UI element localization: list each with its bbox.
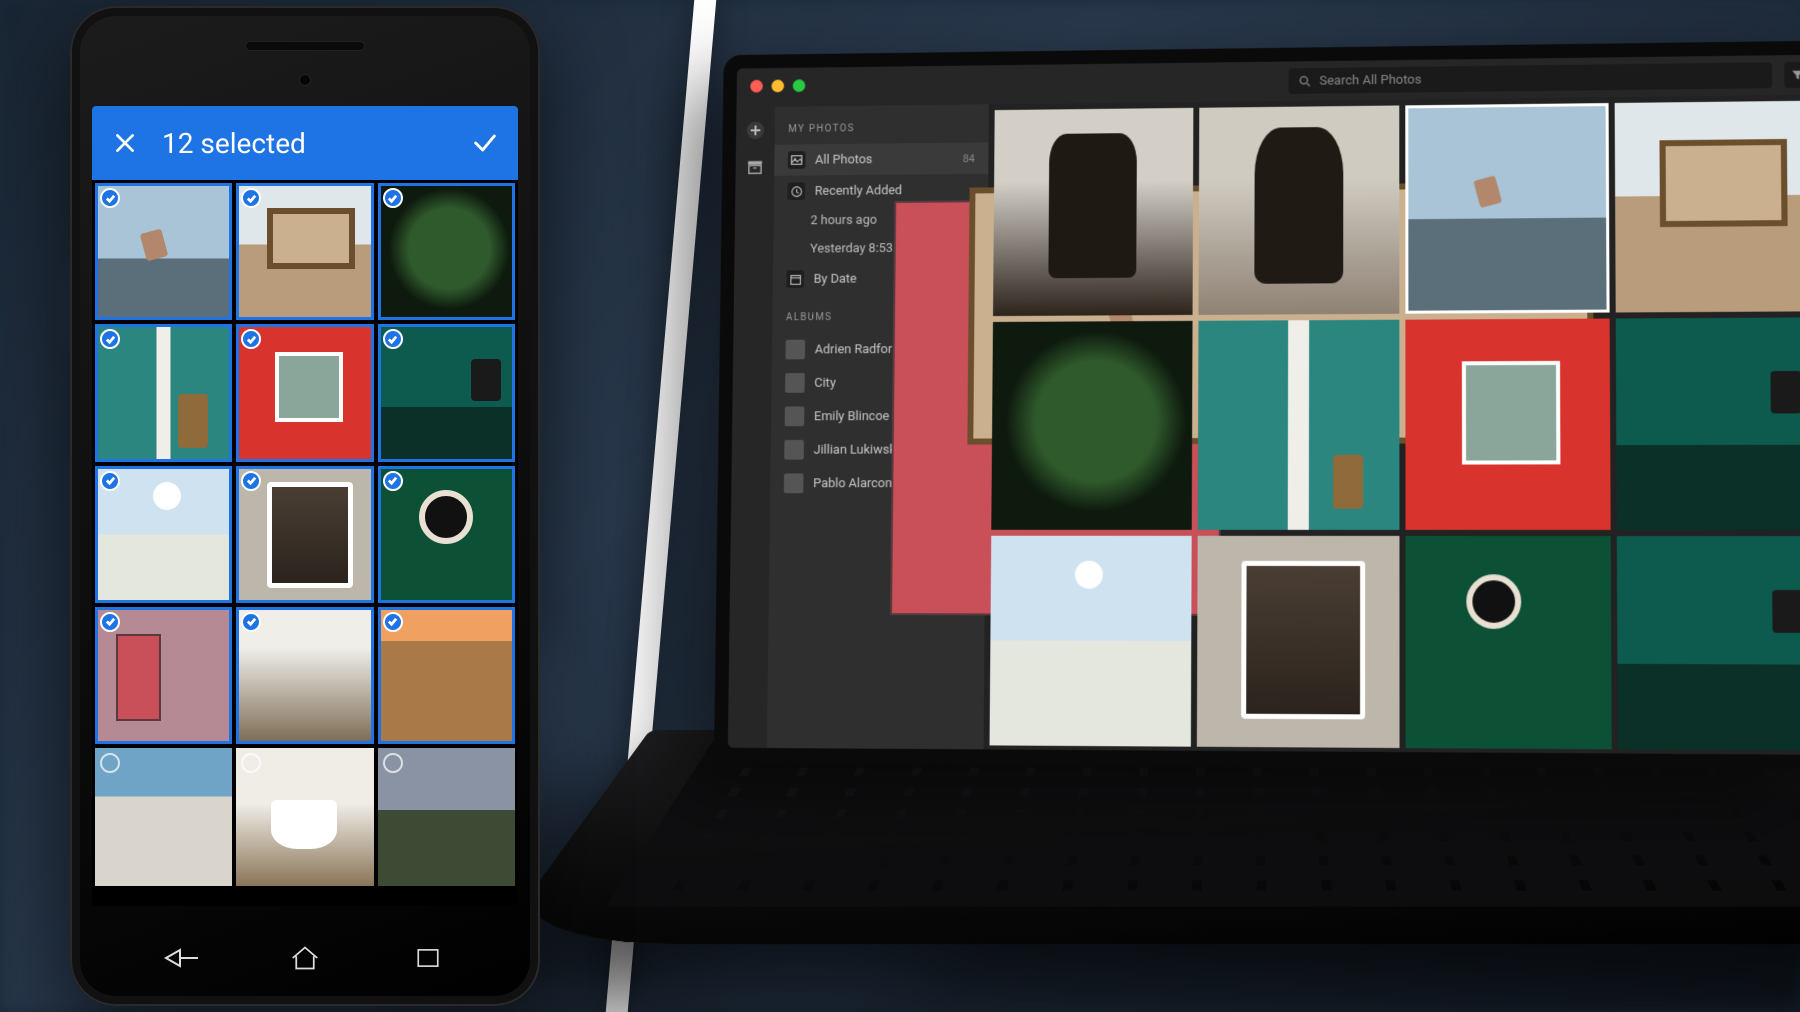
album-thumb-icon	[784, 440, 804, 460]
back-button[interactable]	[157, 938, 207, 978]
checkmark-selected-icon[interactable]	[383, 612, 403, 632]
calendar-icon	[786, 270, 804, 288]
search-field[interactable]: Search All Photos	[1289, 62, 1773, 94]
grid-photo-7[interactable]	[1615, 317, 1800, 530]
checkmark-selected-icon[interactable]	[241, 471, 261, 491]
sidebar-item-label: All Photos	[815, 151, 953, 167]
add-photos-icon[interactable]	[746, 121, 766, 141]
photo-thumb-green-salad-overhead[interactable]	[378, 183, 515, 320]
checkmark-selected-icon[interactable]	[241, 329, 261, 349]
recent-apps-button[interactable]	[403, 938, 453, 978]
clock-icon	[787, 182, 805, 200]
app-body: MY PHOTOS All Photos 84	[728, 95, 1800, 755]
close-selection-button[interactable]	[110, 128, 140, 158]
phone-photo-grid	[92, 180, 518, 889]
window-traffic-lights	[750, 79, 805, 92]
grid-photo-2[interactable]	[1405, 103, 1609, 314]
photo-thumb-pink-doorway-friends[interactable]	[95, 607, 232, 744]
checkmark-selected-icon[interactable]	[100, 612, 120, 632]
photo-thumb-autumn-boulevard[interactable]	[378, 607, 515, 744]
album-thumb-icon	[784, 473, 804, 493]
window-minimize-button[interactable]	[771, 80, 784, 93]
phone-nav-buttons	[70, 938, 540, 978]
selection-header: 12 selected	[92, 106, 518, 180]
photo-thumb-person-jumping-sunset[interactable]	[95, 183, 232, 320]
checkmark-selected-icon[interactable]	[383, 329, 403, 349]
selection-count-title: 12 selected	[162, 127, 470, 160]
grid-photo-9[interactable]	[1196, 536, 1399, 748]
lightroom-app: Search All Photos	[728, 55, 1800, 755]
photo-thumb-green-room-woman[interactable]	[378, 324, 515, 461]
sidebar-item-all-photos[interactable]: All Photos 84	[774, 142, 988, 175]
checkmark-selected-icon[interactable]	[383, 188, 403, 208]
filter-button[interactable]	[1784, 62, 1800, 88]
archive-icon[interactable]	[745, 157, 765, 177]
home-button[interactable]	[280, 938, 330, 978]
photo-thumb-purple-flowers-field[interactable]	[378, 748, 515, 885]
photo-thumb-tree-lined-street[interactable]	[236, 607, 373, 744]
window-maximize-button[interactable]	[793, 79, 806, 92]
photo-thumb-turquoise-door-kid[interactable]	[95, 324, 232, 461]
phone-screen: 12 selected	[92, 106, 518, 906]
photo-grid-area: | ▼ ★ ★ ★ ★ ★	[983, 95, 1800, 755]
sidebar-item-label: Recently Added	[815, 182, 960, 198]
checkmark-unselected-icon[interactable]	[241, 753, 261, 773]
grid-photo-4[interactable]	[991, 321, 1192, 530]
search-placeholder: Search All Photos	[1319, 72, 1421, 88]
checkmark-selected-icon[interactable]	[241, 612, 261, 632]
photo-thumb-red-wall-window[interactable]	[236, 324, 373, 461]
grid-photo-11[interactable]	[1616, 536, 1800, 751]
sidebar: MY PHOTOS All Photos 84	[766, 104, 988, 755]
grid-photo-0[interactable]	[993, 108, 1193, 316]
desktop-photo-grid	[984, 95, 1800, 755]
grid-photo-8[interactable]	[990, 536, 1192, 747]
confirm-selection-button[interactable]	[470, 128, 500, 158]
photo-thumb-cotton-flower-hand[interactable]	[95, 466, 232, 603]
photo-thumb-graffiti-wall[interactable]	[95, 748, 232, 885]
checkmark-selected-icon[interactable]	[100, 471, 120, 491]
laptop-device-frame: Search All Photos	[610, 30, 1800, 1010]
search-icon	[1299, 74, 1312, 87]
grid-photo-10[interactable]	[1406, 536, 1612, 749]
grid-photo-1[interactable]	[1198, 105, 1399, 314]
album-thumb-icon	[785, 340, 805, 360]
photos-icon	[788, 151, 806, 169]
albums-list: Adrien Radford18City5Emily Blincoe17Jill…	[770, 332, 987, 500]
desktop-app-window: Search All Photos	[728, 55, 1800, 755]
grid-photo-5[interactable]	[1197, 320, 1399, 530]
checkmark-selected-icon[interactable]	[100, 329, 120, 349]
checkmark-selected-icon[interactable]	[100, 188, 120, 208]
albums-heading-label: ALBUMS	[786, 312, 833, 323]
phone-device-frame: 12 selected	[70, 6, 540, 1006]
checkmark-unselected-icon[interactable]	[383, 753, 403, 773]
album-thumb-icon	[785, 373, 805, 393]
photo-thumb-vintage-portrait-held[interactable]	[236, 466, 373, 603]
my-photos-heading: MY PHOTOS	[775, 116, 989, 145]
phone-speaker	[245, 41, 365, 51]
checkmark-unselected-icon[interactable]	[100, 753, 120, 773]
album-thumb-icon	[785, 406, 805, 426]
checkmark-selected-icon[interactable]	[241, 188, 261, 208]
album-item[interactable]: City5	[771, 365, 986, 399]
sidebar-item-count: 84	[963, 152, 975, 165]
phone-front-camera	[299, 74, 311, 86]
photo-thumb-bedroom-bed[interactable]	[236, 748, 373, 885]
checkmark-selected-icon[interactable]	[383, 471, 403, 491]
grid-photo-6[interactable]	[1405, 319, 1610, 530]
grid-photo-3[interactable]	[1614, 101, 1800, 313]
photo-thumb-retro-tv-bench[interactable]	[236, 183, 373, 320]
my-photos-heading-label: MY PHOTOS	[788, 123, 855, 134]
laptop-screen-bezel: Search All Photos	[714, 41, 1800, 770]
window-close-button[interactable]	[750, 80, 763, 93]
photo-thumb-coffee-cup-green[interactable]	[378, 466, 515, 603]
